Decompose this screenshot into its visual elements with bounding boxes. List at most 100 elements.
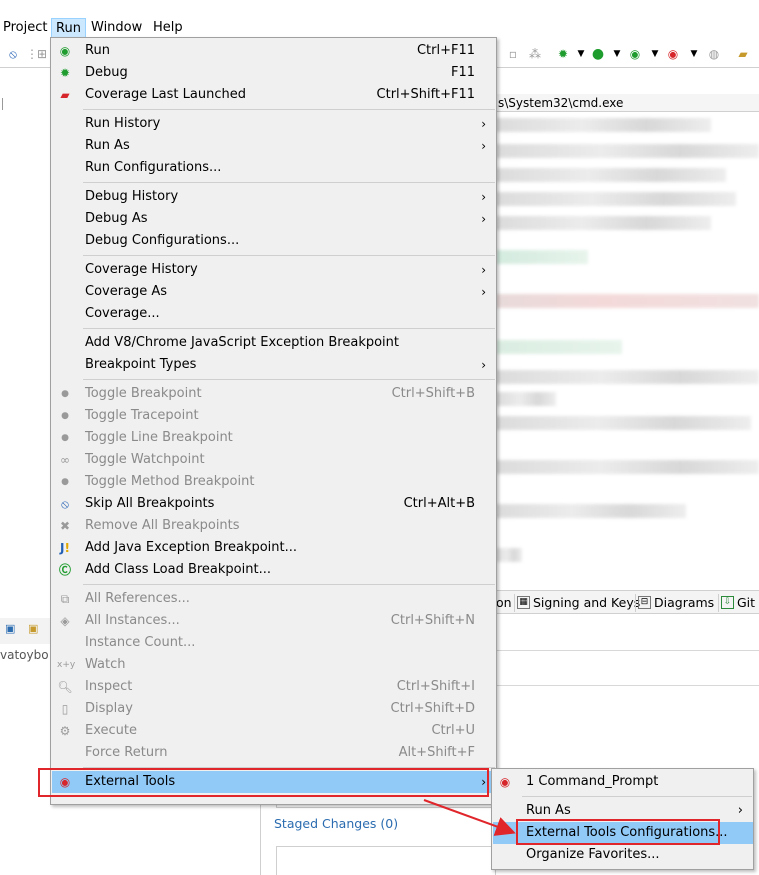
menu-item-remove-all-breakpoints[interactable]: ✖ Remove All Breakpoints [52, 515, 496, 537]
menu-item-label: Toggle Tracepoint [85, 408, 199, 423]
menu-project[interactable]: Project [3, 18, 47, 38]
menu-item-run[interactable]: ◉ Run Ctrl+F11 [52, 40, 496, 62]
menu-item-force-return[interactable]: Force Return Alt+Shift+F [52, 742, 496, 764]
menu-item-coverage[interactable]: Coverage... [52, 303, 496, 325]
menu-item-watch[interactable]: x+y Watch [52, 654, 496, 676]
menu-item-breakpoint-types[interactable]: Breakpoint Types › [52, 354, 496, 376]
step-icon[interactable]: ⁂ [527, 46, 543, 62]
console-line [496, 118, 711, 132]
run-icon[interactable]: ● [590, 46, 606, 62]
menu-item-label: All References... [85, 591, 190, 606]
tab-signing-and-keys[interactable]: ▦ Signing and Keys [514, 594, 640, 612]
dot-icon: ● [61, 411, 69, 421]
console-line [496, 216, 711, 230]
git-clone-icon[interactable]: ▣ [28, 622, 38, 635]
menu-item-coverage-last-launched[interactable]: ▰ Coverage Last Launched Ctrl+Shift+F11 [52, 84, 496, 106]
instances-icon: ◈ [60, 614, 70, 628]
menu-item-add-java-exception-breakpoint[interactable]: J! Add Java Exception Breakpoint... [52, 537, 496, 559]
java-exception-icon: J! [60, 541, 70, 555]
console-view [496, 112, 759, 582]
menu-item-debug-as[interactable]: Debug As › [52, 208, 496, 230]
run-icon: ◉ [59, 44, 71, 58]
menu-item-toggle-tracepoint[interactable]: ● Toggle Tracepoint [52, 405, 496, 427]
menu-item-run-history[interactable]: Run History › [52, 113, 496, 135]
menu-item-instance-count[interactable]: Instance Count... [52, 632, 496, 654]
menu-item-coverage-as[interactable]: Coverage As › [52, 281, 496, 303]
menu-item-label: Debug History [85, 189, 179, 204]
console-line [496, 294, 759, 308]
run-menu: ◉ Run Ctrl+F11 ✹ Debug F11 ▰ Coverage La… [50, 37, 497, 805]
repository-name[interactable]: vatoybo: [0, 648, 53, 662]
debug-icon[interactable]: ✹ [555, 46, 571, 62]
chevron-right-icon: › [481, 117, 486, 131]
menu-item-execute[interactable]: ⚙ Execute Ctrl+U [52, 720, 496, 742]
tab-git[interactable]: ⇩ Git [718, 594, 755, 612]
chevron-down-icon[interactable]: ▼ [686, 46, 702, 62]
disc-icon[interactable]: ◍ [706, 46, 722, 62]
submenu-item-organize-favorites[interactable]: Organize Favorites... [493, 844, 753, 866]
menu-item-all-instances[interactable]: ◈ All Instances... Ctrl+Shift+N [52, 610, 496, 632]
menubar: Project Run Window Help [0, 16, 759, 38]
menu-item-coverage-history[interactable]: Coverage History › [52, 259, 496, 281]
menu-item-debug[interactable]: ✹ Debug F11 [52, 62, 496, 84]
signing-icon: ▦ [517, 596, 530, 609]
inspect-icon: 🔍︎ [57, 680, 73, 694]
console-line [496, 144, 759, 158]
menu-window[interactable]: Window [91, 18, 142, 38]
chevron-down-icon[interactable]: ▼ [647, 46, 663, 62]
chevron-right-icon: › [481, 139, 486, 153]
skip-breakpoints-icon[interactable]: ⦸ [5, 46, 21, 62]
menu-item-label: Watch [85, 657, 126, 672]
menu-item-toggle-breakpoint[interactable]: ● Toggle Breakpoint Ctrl+Shift+B [52, 383, 496, 405]
submenu-item-command-prompt[interactable]: ◉ 1 Command_Prompt [493, 771, 753, 793]
references-icon: ⧉ [60, 592, 70, 606]
editor-tab[interactable]: s\System32\cmd.exe [496, 94, 759, 112]
chevron-down-icon[interactable]: ▼ [573, 46, 589, 62]
chevron-down-icon[interactable]: ▼ [609, 46, 625, 62]
menu-item-all-references[interactable]: ⧉ All References... [52, 588, 496, 610]
menu-item-run-configurations[interactable]: Run Configurations... [52, 157, 496, 179]
menu-item-toggle-method-breakpoint[interactable]: ● Toggle Method Breakpoint [52, 471, 496, 493]
coverage-icon[interactable]: ◉ [627, 46, 643, 62]
menu-item-debug-configurations[interactable]: Debug Configurations... [52, 230, 496, 252]
external-tools-icon[interactable]: ◉ [665, 46, 681, 62]
staged-list [276, 846, 496, 875]
execute-icon: ⚙ [59, 724, 71, 738]
console-line [496, 504, 686, 518]
open-folder-icon[interactable]: ▰ [735, 46, 751, 62]
menu-item-add-class-load-breakpoint[interactable]: Ⓒ Add Class Load Breakpoint... [52, 559, 496, 581]
tab-label: Diagrams [654, 595, 715, 610]
menu-item-label: Coverage History [85, 262, 198, 277]
chevron-right-icon: › [481, 263, 486, 277]
menu-item-label: Run History [85, 116, 161, 131]
menu-item-inspect[interactable]: 🔍︎ Inspect Ctrl+Shift+I [52, 676, 496, 698]
left-edge-marker [0, 98, 3, 110]
menu-item-skip-all-breakpoints[interactable]: ⦸ Skip All Breakpoints Ctrl+Alt+B [52, 493, 496, 515]
chevron-right-icon: › [481, 212, 486, 226]
menu-separator [83, 584, 495, 585]
tree-icon[interactable]: ⊞ [34, 46, 50, 62]
menu-item-label: Force Return [85, 745, 168, 760]
annotation-highlight-external-tools [38, 768, 489, 797]
menu-item-debug-history[interactable]: Debug History › [52, 186, 496, 208]
menu-item-label: Debug As [85, 211, 148, 226]
menu-run[interactable]: Run [51, 18, 86, 38]
tab-partial[interactable]: on [496, 594, 512, 612]
menu-help[interactable]: Help [153, 18, 183, 38]
stop-icon[interactable]: ▫ [505, 46, 521, 62]
menu-item-label: Coverage... [85, 306, 160, 321]
menu-item-label: Toggle Watchpoint [85, 452, 205, 467]
menu-item-toggle-watchpoint[interactable]: ∞ Toggle Watchpoint [52, 449, 496, 471]
console-line [496, 370, 759, 384]
tab-diagrams[interactable]: ⊟ Diagrams [635, 594, 714, 612]
menu-item-shortcut: Ctrl+F11 [416, 43, 475, 58]
menu-item-display[interactable]: ▯ Display Ctrl+Shift+D [52, 698, 496, 720]
git-repo-icon[interactable]: ▣ [5, 622, 15, 635]
menu-item-label: Coverage As [85, 284, 168, 299]
menu-item-run-as[interactable]: Run As › [52, 135, 496, 157]
dot-icon: ● [61, 389, 69, 399]
menu-item-label: Skip All Breakpoints [85, 496, 215, 511]
class-load-icon: Ⓒ [58, 563, 71, 577]
menu-item-add-v8-breakpoint[interactable]: Add V8/Chrome JavaScript Exception Break… [52, 332, 496, 354]
menu-item-toggle-line-breakpoint[interactable]: ● Toggle Line Breakpoint [52, 427, 496, 449]
